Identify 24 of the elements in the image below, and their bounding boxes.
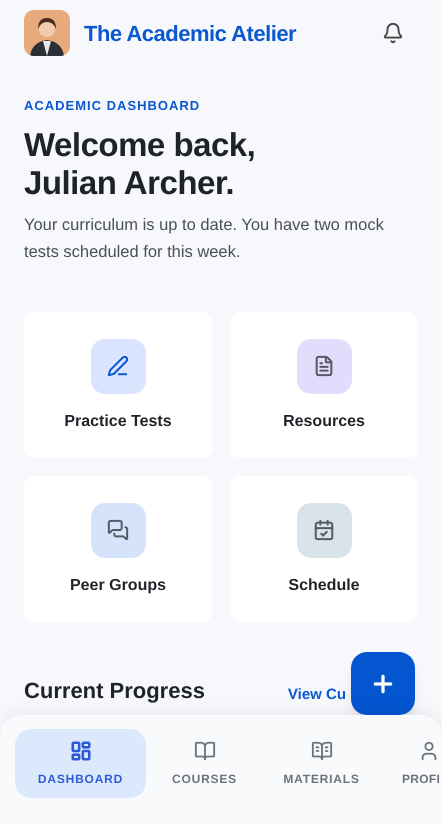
shortcut-card[interactable]: Schedule [230, 476, 418, 622]
welcome-heading: Julian Archer. [24, 164, 236, 202]
shortcut-card[interactable]: Practice Tests [24, 312, 212, 458]
book-icon [194, 740, 216, 762]
nav-tab[interactable]: DASHBOARD [15, 729, 146, 798]
section-label: ACADEMIC DASHBOARD [24, 97, 202, 115]
nav-tab[interactable]: MATERIALS [263, 729, 380, 798]
nav-tab[interactable]: PROFI [380, 729, 442, 798]
add-button[interactable] [351, 652, 415, 715]
shortcut-card[interactable]: Peer Groups [24, 476, 212, 622]
nav-tab[interactable]: COURSES [146, 729, 263, 798]
pen-icon [107, 355, 129, 377]
view-curriculum-link[interactable]: View Cu [288, 684, 346, 706]
summary-text: Your curriculum is up to date. You have two mock tests scheduled for this week. [24, 214, 385, 262]
book-icon [310, 740, 332, 762]
calendar-icon [313, 519, 335, 541]
section-heading: Current Progress [24, 676, 205, 705]
shortcut-card[interactable]: Resources [230, 312, 418, 458]
document-icon [313, 355, 335, 377]
chat-icon [107, 519, 129, 541]
notification-bell-icon[interactable] [382, 22, 404, 44]
dashboard-icon [70, 740, 92, 762]
welcome-heading: Welcome back, [24, 126, 256, 164]
app-title: The Academic Atelier [84, 20, 296, 48]
